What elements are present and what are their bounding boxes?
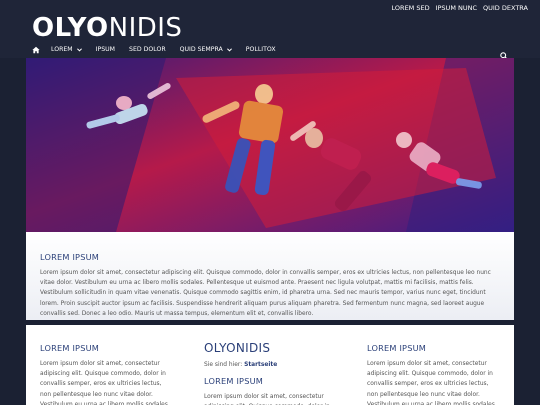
middle-column: OLYONIDIS Sie sind hier: Startseite LORE… [204, 341, 334, 405]
main-navigation: LOREM IPSUM SED DOLOR QUID SEMPRA POLLIT… [26, 41, 514, 60]
nav-item-pollitox[interactable]: POLLITOX [239, 41, 283, 58]
breadcrumb-current[interactable]: Startseite [244, 362, 277, 368]
nav-item-quid-sempra[interactable]: QUID SEMPRA [173, 41, 239, 58]
site-logo[interactable]: OLYONIDIS [32, 13, 182, 43]
nav-item-ipsum[interactable]: IPSUM [89, 41, 122, 58]
right-column-title: LOREM IPSUM [367, 343, 427, 353]
nav-item-label: IPSUM [95, 46, 116, 53]
left-column: LOREM IPSUM Lorem ipsum dolor sit amet, … [40, 343, 170, 405]
nav-item-label: QUID SEMPRA [179, 46, 223, 53]
middle-column-title: LOREM IPSUM [204, 376, 264, 386]
nav-item-sed-dolor[interactable]: SED DOLOR [122, 41, 173, 58]
nav-item-label: POLLITOX [245, 46, 276, 53]
home-icon[interactable] [28, 41, 44, 58]
breadcrumb: Sie sind hier: Startseite [204, 362, 334, 368]
top-links: LOREM SED IPSUM NUNC QUID DEXTRA [392, 4, 528, 12]
intro-title: LOREM IPSUM [40, 252, 100, 262]
breadcrumb-label: Sie sind hier: [204, 362, 243, 368]
right-column-text: Lorem ipsum dolor sit amet, consectetur … [367, 361, 497, 405]
hero-image [26, 58, 514, 232]
intro-text: Lorem ipsum dolor sit amet, consectetur … [40, 270, 491, 317]
search-icon[interactable] [500, 45, 510, 60]
nav-item-label: LOREM [51, 46, 73, 53]
left-column-title: LOREM IPSUM [40, 343, 100, 353]
hero-figures-illustration [26, 58, 514, 232]
content-columns: LOREM IPSUM Lorem ipsum dolor sit amet, … [26, 325, 514, 405]
logo-bold-text: OLYO [32, 13, 109, 43]
top-link-lorem-sed[interactable]: LOREM SED [392, 4, 430, 12]
page-title: OLYONIDIS [204, 341, 271, 355]
chevron-down-icon [226, 47, 232, 52]
top-link-quid-dextra[interactable]: QUID DEXTRA [483, 4, 528, 12]
nav-item-lorem[interactable]: LOREM [44, 41, 89, 58]
right-column: LOREM IPSUM Lorem ipsum dolor sit amet, … [367, 343, 497, 405]
intro-section: LOREM IPSUM Lorem ipsum dolor sit amet, … [26, 232, 514, 320]
left-column-text: Lorem ipsum dolor sit amet, consectetur … [40, 361, 170, 405]
logo-light-text: NIDIS [108, 13, 183, 43]
chevron-down-icon [76, 47, 82, 52]
top-link-ipsum-nunc[interactable]: IPSUM NUNC [436, 4, 477, 12]
nav-item-label: SED DOLOR [129, 46, 166, 53]
middle-column-text: Lorem ipsum dolor sit amet, consectetur … [204, 394, 330, 405]
